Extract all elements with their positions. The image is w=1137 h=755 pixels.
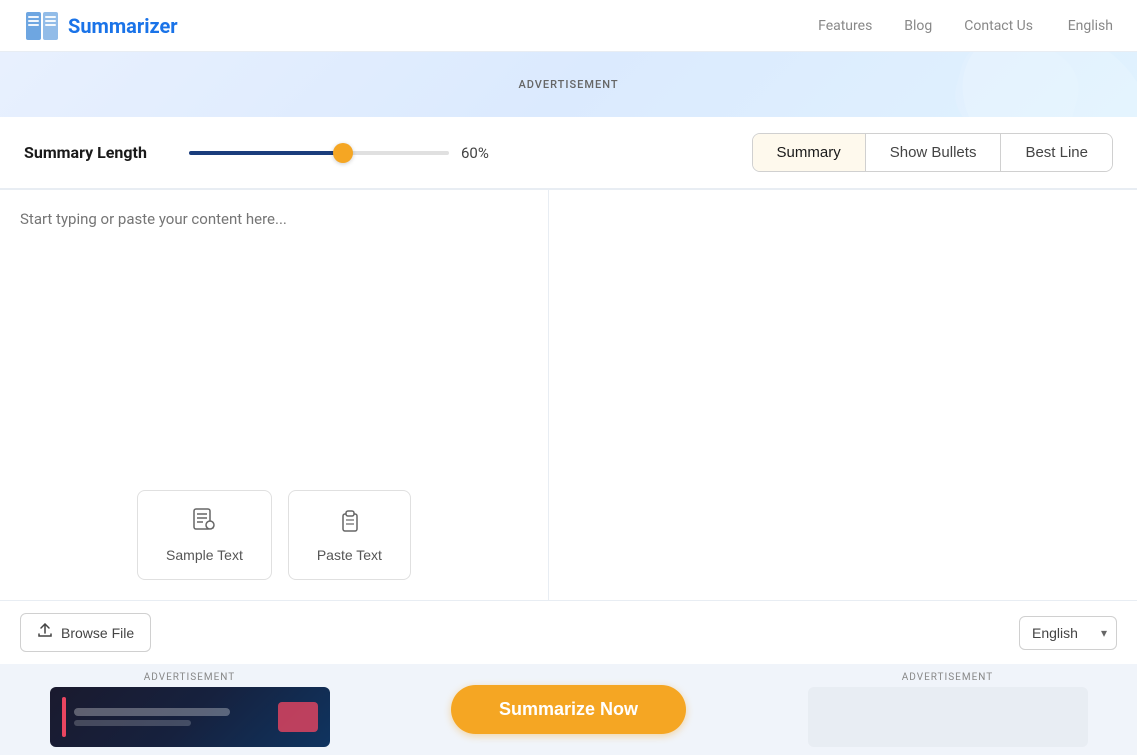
language-select[interactable]: English Spanish French German Chinese <box>1019 616 1117 650</box>
upload-icon <box>37 622 53 643</box>
nav-features[interactable]: Features <box>818 18 872 34</box>
summarize-now-button[interactable]: Summarize Now <box>451 685 686 734</box>
nav-blog[interactable]: Blog <box>904 18 932 34</box>
input-panel: Sample Text Paste Text <box>0 190 549 600</box>
footer-left-ad: ADVERTISEMENT <box>0 664 379 755</box>
paste-text-icon <box>336 507 362 539</box>
nav-login[interactable]: English <box>1068 18 1113 34</box>
summary-length-slider[interactable] <box>189 151 449 155</box>
browse-file-label: Browse File <box>61 625 134 641</box>
mode-btn-bestline[interactable]: Best Line <box>1001 134 1112 171</box>
ad-stripe-1 <box>62 697 66 737</box>
logo-icon <box>24 8 60 44</box>
mode-btn-bullets[interactable]: Show Bullets <box>866 134 1002 171</box>
footer-right-ad-label: ADVERTISEMENT <box>902 672 993 683</box>
editor-area: Sample Text Paste Text <box>0 189 1137 600</box>
navbar: Summarizer Features Blog Contact Us Engl… <box>0 0 1137 52</box>
slider-container: 60% <box>189 144 509 162</box>
footer-area: ADVERTISEMENT Summarize Now ADVERTISEMEN… <box>0 664 1137 755</box>
controls-bar: Summary Length 60% Summary Show Bullets … <box>0 117 1137 189</box>
text-input[interactable] <box>0 190 548 470</box>
action-buttons-area: Sample Text Paste Text <box>0 470 548 600</box>
footer-left-ad-content <box>50 687 330 747</box>
summary-length-label: Summary Length <box>24 143 169 162</box>
mode-buttons: Summary Show Bullets Best Line <box>752 133 1113 172</box>
nav-contact[interactable]: Contact Us <box>964 18 1033 34</box>
slider-value: 60% <box>461 144 501 162</box>
sample-text-button[interactable]: Sample Text <box>137 490 272 580</box>
browse-file-button[interactable]: Browse File <box>20 613 151 652</box>
language-selector-wrap: English Spanish French German Chinese ▾ <box>1019 616 1117 650</box>
top-ad-banner: ADVERTISEMENT <box>0 52 1137 117</box>
nav-links: Features Blog Contact Us <box>818 18 1033 34</box>
footer-left-ad-label: ADVERTISEMENT <box>144 672 235 683</box>
paste-text-label: Paste Text <box>317 547 382 563</box>
bottom-bar: Browse File English Spanish French Germa… <box>0 600 1137 664</box>
output-panel <box>549 190 1137 600</box>
brand-name: Summarizer <box>68 14 178 38</box>
logo[interactable]: Summarizer <box>24 8 178 44</box>
footer-center: Summarize Now <box>379 664 758 755</box>
footer-right-ad-content <box>808 687 1088 747</box>
main-container: Summary Length 60% Summary Show Bullets … <box>0 117 1137 664</box>
footer-right-ad: ADVERTISEMENT <box>758 664 1137 755</box>
paste-text-button[interactable]: Paste Text <box>288 490 411 580</box>
sample-text-icon <box>191 507 217 539</box>
top-ad-label: ADVERTISEMENT <box>518 78 618 91</box>
sample-text-label: Sample Text <box>166 547 243 563</box>
mode-btn-summary[interactable]: Summary <box>753 134 866 171</box>
